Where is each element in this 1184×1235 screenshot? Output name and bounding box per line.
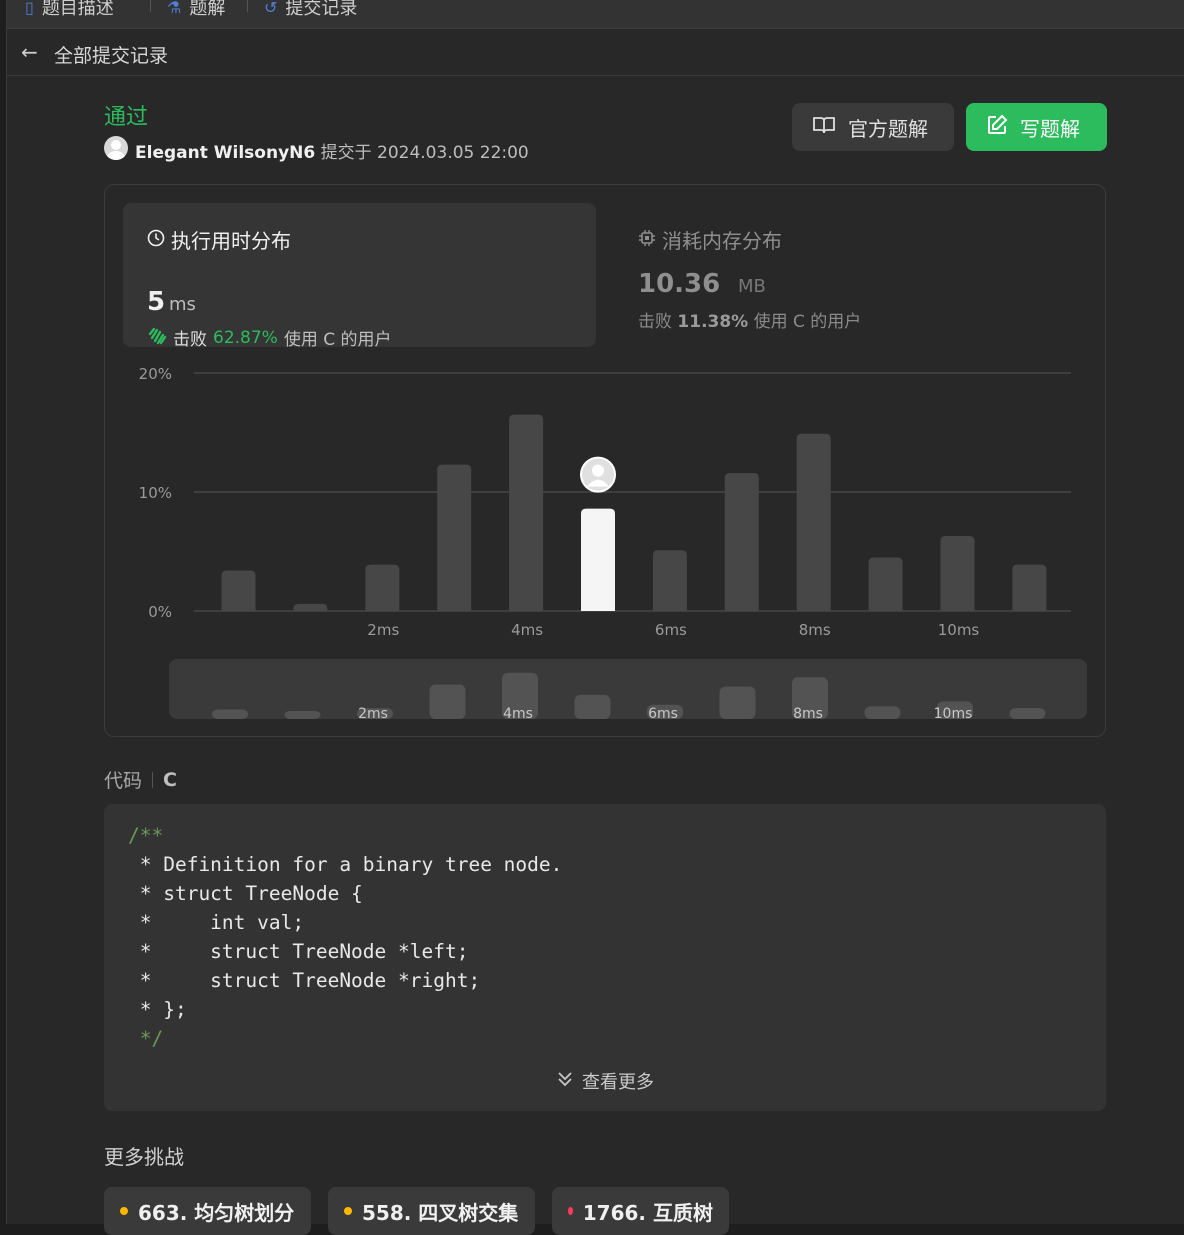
code-line: * struct TreeNode *right; <box>128 969 481 992</box>
tab-bar: ▯ 题目描述 ⚗ 题解 ↺ 提交记录 <box>7 0 1184 29</box>
submitted-time: 2024.03.05 22:00 <box>377 143 529 163</box>
submission-meta: Elegant WilsonyN6 提交于 2024.03.05 22:00 <box>135 138 529 163</box>
edit-icon <box>986 114 1008 141</box>
current-submission-bar <box>581 508 615 611</box>
description-icon: ▯ <box>25 0 34 17</box>
chart-bar <box>796 433 831 611</box>
overview-x-label: 6ms <box>648 706 678 722</box>
all-submissions-link[interactable]: 全部提交记录 <box>54 41 168 68</box>
difficulty-dot <box>344 1207 352 1215</box>
avatar[interactable] <box>104 136 128 160</box>
x-tick-label: 2ms <box>367 621 399 639</box>
official-solution-button[interactable]: 官方题解 <box>792 103 954 151</box>
chart-bar <box>940 536 975 611</box>
avatar-head <box>592 464 604 477</box>
y-tick-label: 20% <box>139 365 172 383</box>
overview-bar <box>574 694 611 719</box>
code-line: * Definition for a binary tree node. <box>128 853 563 876</box>
back-arrow-icon[interactable]: ← <box>21 40 38 64</box>
history-icon: ↺ <box>264 0 278 17</box>
submission-panel: ▯ 题目描述 ⚗ 题解 ↺ 提交记录 ← 全部提交记录 通过 Elegant W… <box>6 0 1184 1235</box>
overview-x-label: 4ms <box>503 706 533 722</box>
code-header-divider <box>152 771 154 788</box>
solutions-icon: ⚗ <box>167 0 182 17</box>
username[interactable]: Elegant WilsonyN6 <box>135 143 315 163</box>
write-solution-button[interactable]: 写题解 <box>966 103 1107 151</box>
more-challenges-title: 更多挑战 <box>104 1145 184 1169</box>
overview-bar <box>864 706 901 719</box>
x-tick-label: 6ms <box>655 621 687 639</box>
chart-bar <box>724 472 759 611</box>
tab-submissions[interactable]: ↺ 提交记录 <box>264 0 357 20</box>
difficulty-dot <box>120 1207 128 1215</box>
submission-status: 通过 <box>104 105 149 130</box>
overview-bar <box>1009 708 1046 719</box>
y-tick-label: 0% <box>148 603 172 621</box>
code-block[interactable]: /** * Definition for a binary tree node.… <box>104 804 1106 1111</box>
chart-bar <box>365 564 400 611</box>
show-more-button[interactable]: 查看更多 <box>556 1068 654 1094</box>
code-line: /** <box>128 824 164 847</box>
overview-x-label: 8ms <box>793 706 823 722</box>
code-line: * }; <box>128 998 187 1021</box>
y-tick-label: 10% <box>139 484 172 502</box>
book-icon <box>812 115 836 140</box>
challenge-item[interactable]: 663. 均匀树划分 <box>104 1187 311 1235</box>
tab-divider <box>247 0 248 12</box>
overview-bar <box>429 684 466 719</box>
overview-bar <box>284 711 321 719</box>
chart-bar <box>221 570 256 611</box>
difficulty-dot <box>568 1207 573 1215</box>
code-line: */ <box>128 1027 164 1050</box>
chart-bar <box>437 464 472 611</box>
tab-solutions[interactable]: ⚗ 题解 <box>167 0 225 20</box>
runtime-distribution-chart[interactable]: 20% 10% 0% 2ms 4ms 6ms 8ms 10ms 2ms 4ms 6ms 8ms 10ms <box>105 185 1107 738</box>
chart-bar <box>1012 564 1047 611</box>
performance-card: 执行用时分布 5 ms 击败 62.87% 使用 C 的用户 消耗内存分布 10… <box>104 184 1106 737</box>
overview-bar <box>212 709 248 719</box>
code-language: C <box>163 768 177 791</box>
double-chevron-down-icon <box>556 1070 574 1093</box>
x-tick-label: 10ms <box>938 621 980 639</box>
submitted-prefix: 提交于 <box>320 143 372 163</box>
tab-description[interactable]: ▯ 题目描述 <box>25 0 114 20</box>
x-tick-label: 8ms <box>799 621 831 639</box>
challenge-item[interactable]: 558. 四叉树交集 <box>328 1187 535 1235</box>
code-line: * int val; <box>128 911 305 934</box>
chart-bar <box>509 414 544 611</box>
challenge-item[interactable]: 1766. 互质树 <box>552 1187 729 1235</box>
overview-x-label: 10ms <box>934 706 973 722</box>
overview-bar <box>719 686 756 719</box>
x-tick-label: 4ms <box>511 621 543 639</box>
chart-bar <box>652 550 687 611</box>
chart-bar <box>293 603 328 611</box>
overview-x-label: 2ms <box>358 706 388 722</box>
code-line: * struct TreeNode { <box>128 882 363 905</box>
chart-bar <box>868 557 903 611</box>
code-line: * struct TreeNode *left; <box>128 940 469 963</box>
submissions-header: ← 全部提交记录 <box>7 29 1184 76</box>
tab-divider <box>150 0 151 12</box>
code-header: 代码 C <box>104 768 177 793</box>
